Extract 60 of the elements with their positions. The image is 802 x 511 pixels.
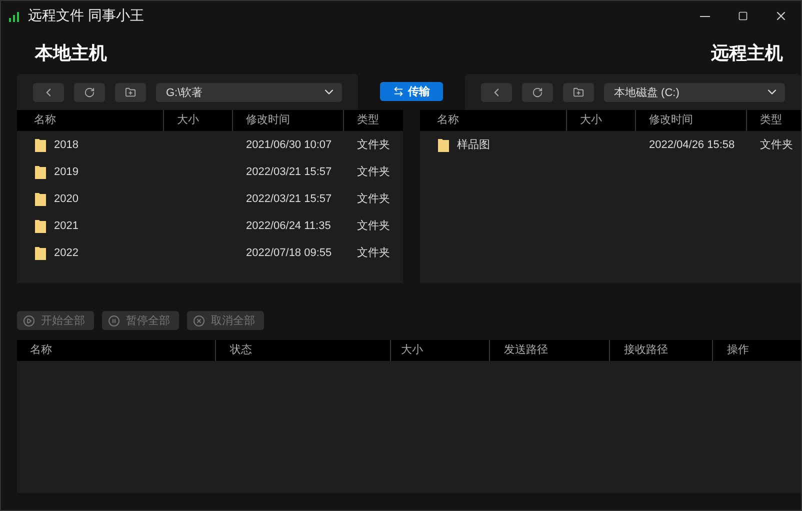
pause-icon — [108, 314, 120, 326]
column-header[interactable]: 大小 — [566, 110, 635, 131]
window-title: 远程文件 同事小王 — [28, 7, 145, 25]
file-type: 文件夹 — [357, 218, 390, 233]
folder-icon — [35, 246, 46, 260]
refresh-icon — [532, 86, 543, 98]
maximize-icon — [738, 11, 748, 21]
modified-time: 2022/03/21 15:57 — [246, 166, 332, 178]
column-header[interactable]: 类型 — [746, 110, 801, 131]
file-row[interactable]: 2021 2022/06/24 11:35 文件夹 — [17, 212, 403, 239]
refresh-button[interactable] — [522, 82, 553, 102]
file-type: 文件夹 — [357, 192, 390, 206]
modified-time: 2021/06/30 10:07 — [246, 138, 332, 150]
modified-time: 2022/03/21 15:57 — [246, 192, 332, 204]
new-folder-button[interactable] — [563, 82, 594, 102]
folder-plus-icon — [573, 86, 584, 98]
modified-time: 2022/04/26 15:58 — [649, 138, 735, 150]
file-name: 样品图 — [457, 138, 490, 152]
signal-icon — [9, 10, 20, 22]
play-icon — [23, 314, 35, 326]
column-header[interactable]: 修改时间 — [635, 110, 746, 131]
panel-heading: 本地主机 — [35, 42, 107, 65]
file-row[interactable]: 2019 2022/03/21 15:57 文件夹 — [17, 158, 403, 185]
file-type: 文件夹 — [357, 164, 390, 179]
file-type: 文件夹 — [760, 138, 793, 152]
swap-arrows-icon — [393, 86, 404, 97]
file-name: 2022 — [54, 246, 78, 258]
column-header[interactable]: 修改时间 — [232, 110, 343, 131]
transfer-button[interactable]: 传输 — [380, 82, 443, 101]
refresh-icon — [84, 86, 95, 98]
file-row[interactable]: 2022 2022/07/18 09:55 文件夹 — [17, 239, 403, 266]
refresh-button[interactable] — [74, 82, 105, 102]
file-name: 2021 — [54, 220, 78, 232]
folder-icon — [35, 218, 46, 232]
column-header[interactable]: 类型 — [343, 110, 403, 131]
column-header[interactable]: 名称 — [420, 110, 566, 131]
column-header[interactable]: 大小 — [163, 110, 232, 131]
folder-plus-icon — [125, 86, 136, 98]
folder-icon — [35, 138, 46, 152]
folder-icon — [438, 138, 449, 152]
folder-icon — [35, 192, 46, 206]
file-name: 2019 — [54, 166, 78, 178]
panel-heading: 远程主机 — [711, 42, 783, 65]
column-header[interactable]: 名称 — [17, 110, 163, 131]
new-folder-button[interactable] — [115, 82, 146, 102]
modified-time: 2022/07/18 09:55 — [246, 246, 332, 258]
file-type: 文件夹 — [357, 246, 390, 260]
file-type: 文件夹 — [357, 138, 390, 152]
path-dropdown[interactable]: 本地磁盘 (C:) — [604, 82, 785, 102]
column-header[interactable]: 名称 — [17, 340, 215, 361]
folder-icon — [35, 164, 46, 178]
cancel-icon — [193, 314, 205, 326]
file-name: 2018 — [54, 138, 78, 150]
file-row[interactable]: 2018 2021/06/30 10:07 文件夹 — [17, 131, 403, 158]
modified-time: 2022/06/24 11:35 — [246, 220, 331, 232]
file-row[interactable]: 样品图 2022/04/26 15:58 文件夹 — [420, 131, 801, 158]
close-icon — [774, 9, 788, 23]
path-dropdown[interactable]: G:\软著 — [156, 82, 342, 102]
file-name: 2020 — [54, 192, 78, 204]
file-row[interactable]: 2020 2022/03/21 15:57 文件夹 — [17, 185, 403, 212]
